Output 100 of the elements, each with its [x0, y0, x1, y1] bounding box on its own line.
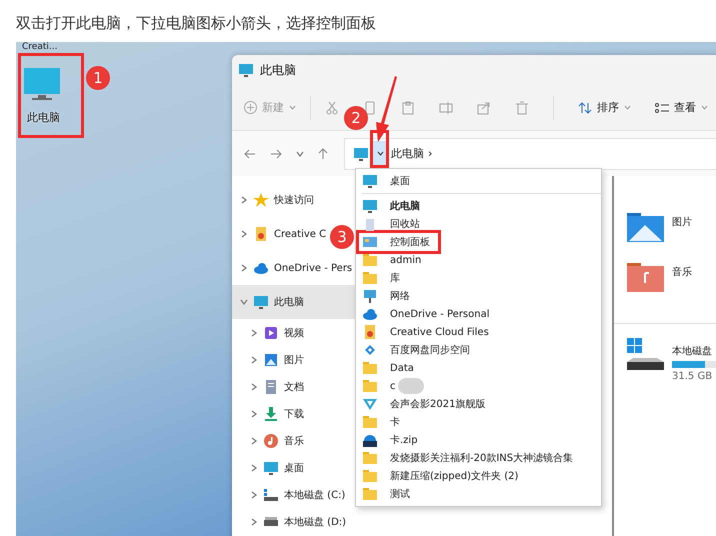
menu-item[interactable]: c	[356, 377, 432, 395]
nav-label: 视频	[284, 326, 304, 340]
caret-icon	[701, 105, 708, 110]
menu-label: 新建压缩(zipped)文件夹 (2)	[390, 470, 518, 483]
menu-label: 卡	[390, 416, 400, 429]
chevron-icon[interactable]	[250, 382, 258, 390]
chevron-icon[interactable]	[240, 298, 248, 306]
picture-icon	[263, 352, 279, 366]
free-space: 31.5 GB	[672, 371, 714, 382]
monitor-icon[interactable]	[24, 68, 60, 102]
menu-item[interactable]: 新建压缩(zipped)文件夹 (2)	[356, 467, 526, 485]
cloud-icon	[253, 261, 269, 275]
nav-item[interactable]: 图片	[232, 346, 306, 373]
file-icon	[253, 227, 269, 241]
chevron-icon[interactable]	[296, 150, 304, 158]
chevron-icon[interactable]	[240, 196, 248, 204]
desktop-label: 此电脑	[27, 110, 60, 125]
menu-item[interactable]: 测试	[356, 485, 418, 503]
chevron-icon[interactable]	[250, 464, 258, 472]
monitor-icon	[238, 63, 254, 77]
nav-item[interactable]: 音乐	[232, 427, 306, 454]
file-icon	[362, 325, 378, 339]
monitor-icon	[362, 174, 378, 188]
menu-item[interactable]: 卡	[356, 413, 408, 431]
menu-item[interactable]: Data	[356, 359, 422, 377]
back-button[interactable]	[244, 148, 256, 158]
folder-icon	[362, 271, 378, 285]
chevron-icon[interactable]	[250, 490, 258, 498]
window-title: 此电脑	[260, 62, 296, 78]
menu-item[interactable]: admin	[356, 251, 430, 269]
picture-folder-icon[interactable]	[627, 213, 664, 242]
view-icon	[655, 102, 669, 114]
menu-item[interactable]: 发烧摄影关注福利-20款INS大神滤镜合集	[356, 449, 582, 467]
nav-label: 音乐	[284, 434, 304, 448]
drive-icon[interactable]	[627, 338, 664, 370]
breadcrumb[interactable]: 此电脑	[391, 146, 424, 161]
chevron-icon[interactable]	[240, 230, 248, 238]
caret-icon	[624, 105, 631, 110]
address-bar[interactable]: 此电脑 ›	[344, 138, 716, 170]
document-icon	[263, 380, 279, 394]
folder-icon	[362, 487, 378, 501]
caret-icon	[289, 105, 296, 110]
menu-label: 测试	[390, 488, 410, 501]
menu-label: 此电脑	[390, 199, 420, 213]
menu-label: 会声会影2021旗舰版	[390, 398, 486, 411]
step-marker: 1	[86, 66, 110, 90]
menu-item[interactable]: 回收站	[356, 215, 428, 233]
menu-item[interactable]: 百度网盘同步空间	[356, 341, 478, 359]
desktop-label: Creati...	[22, 42, 58, 52]
menu-item[interactable]: Creative Cloud Files	[356, 323, 497, 341]
drive-name: 本地磁盘	[672, 344, 713, 358]
menu-item[interactable]: 卡.zip	[356, 431, 426, 449]
up-button[interactable]	[318, 148, 328, 160]
menu-label: 发烧摄影关注福利-20款INS大神滤镜合集	[390, 452, 574, 465]
drive-icon	[263, 514, 279, 528]
chevron-icon[interactable]	[250, 356, 258, 364]
nav-item[interactable]: 本地磁盘 (C:)	[232, 481, 348, 508]
nav-item[interactable]: 桌面	[232, 454, 306, 481]
music-folder-icon[interactable]	[627, 263, 664, 292]
nav-label: 快速访问	[274, 194, 314, 207]
nav-label: OneDrive - Pers	[274, 262, 352, 274]
menu-label: OneDrive - Personal	[390, 308, 490, 320]
menu-label: 网络	[390, 290, 410, 303]
sort-button[interactable]: 排序	[578, 100, 631, 115]
nav-item[interactable]: 此电脑	[232, 285, 355, 319]
nav-item[interactable]: 快速访问	[232, 183, 316, 217]
menu-label: Data	[390, 362, 414, 374]
nav-item[interactable]: 本地磁盘 (D:)	[232, 508, 348, 535]
nav-item[interactable]: OneDrive - Pers	[232, 251, 354, 285]
folder-name: 音乐	[672, 266, 692, 279]
nav-label: Creative C	[274, 228, 326, 240]
view-button[interactable]: 查看	[655, 100, 708, 115]
menu-item[interactable]: 会声会影2021旗舰版	[356, 395, 494, 413]
menu-label: 回收站	[390, 218, 420, 231]
menu-item[interactable]: 此电脑	[356, 197, 428, 215]
breadcrumb-separator[interactable]: ›	[428, 147, 432, 160]
menu-item[interactable]: OneDrive - Personal	[356, 305, 498, 323]
chevron-icon[interactable]	[250, 436, 258, 444]
nav-item[interactable]: 文档	[232, 373, 306, 400]
nav-item[interactable]: 下载	[232, 400, 306, 427]
menu-label: Creative Cloud Files	[390, 326, 489, 338]
menu-item[interactable]: 库	[356, 269, 408, 287]
menu-item[interactable]: 桌面	[356, 172, 418, 190]
forward-button[interactable]	[270, 148, 282, 158]
copy-icon[interactable]	[363, 100, 377, 114]
chevron-icon[interactable]	[250, 518, 258, 526]
menu-item[interactable]: 网络	[356, 287, 418, 305]
menu-item[interactable]: 控制面板	[356, 230, 441, 254]
nav-item[interactable]: 视频	[232, 319, 306, 346]
network-icon	[362, 289, 378, 303]
chevron-icon[interactable]	[240, 264, 248, 272]
chevron-icon[interactable]	[250, 328, 258, 336]
nav-item[interactable]: Creative C	[232, 217, 328, 251]
chevron-icon[interactable]	[250, 410, 258, 418]
plus-icon	[244, 101, 257, 114]
folder-icon	[362, 253, 378, 267]
drive-icon	[263, 488, 279, 502]
monitor-icon	[362, 199, 378, 213]
folder-icon	[362, 379, 378, 393]
music-icon	[263, 434, 279, 448]
